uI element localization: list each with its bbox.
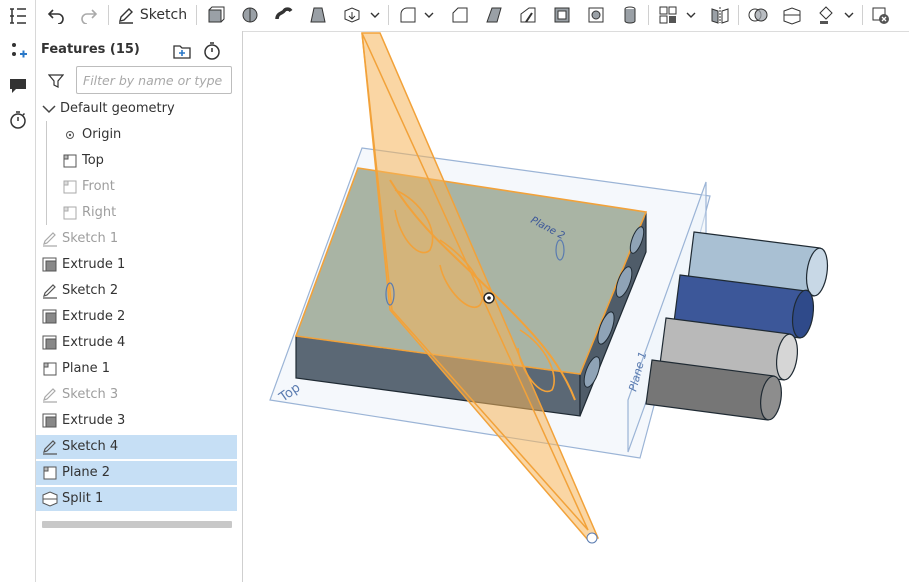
sketch-label: Sketch — [139, 7, 188, 23]
split-icon — [42, 491, 58, 507]
revolve-icon[interactable] — [238, 3, 262, 27]
tree-row-sketch-1[interactable]: Sketch 1 — [36, 227, 237, 251]
model-view[interactable]: Top Plane 1 Plane 2 — [243, 32, 909, 582]
cylinder-icon[interactable] — [618, 3, 642, 27]
mirror-icon[interactable] — [708, 3, 732, 27]
tree-row-extrude-3[interactable]: Extrude 3 — [36, 409, 237, 433]
chevron-down-icon[interactable] — [684, 3, 698, 27]
pencil-icon — [118, 8, 133, 24]
toolbar-divider — [862, 5, 863, 25]
add-folder-icon[interactable] — [172, 41, 192, 61]
tree-row-extrude-4[interactable]: Extrude 4 — [36, 331, 237, 355]
horizontal-scrollbar[interactable] — [42, 521, 232, 528]
pattern-icon[interactable] — [656, 3, 680, 27]
feature-panel: Features (15) Filter by name or type Def… — [36, 31, 243, 582]
toolbar-divider — [648, 5, 649, 25]
sweep-icon[interactable] — [272, 3, 296, 27]
plane-icon — [63, 206, 77, 220]
origin-icon — [66, 131, 74, 139]
redo-icon[interactable] — [77, 3, 101, 27]
thicken-icon[interactable] — [340, 3, 364, 27]
plane-icon — [43, 466, 57, 480]
extrude-icon — [42, 413, 57, 428]
chevron-down-icon — [42, 105, 56, 114]
tree-label: Sketch 2 — [62, 283, 119, 298]
comment-icon[interactable] — [6, 73, 30, 97]
toolbar-divider — [108, 5, 109, 25]
tree-label: Plane 2 — [62, 465, 111, 480]
delete-part-icon[interactable] — [868, 3, 892, 27]
tree-row-front[interactable]: Front — [36, 175, 237, 199]
filter-input[interactable]: Filter by name or type — [76, 66, 232, 94]
tree-label: Sketch 1 — [62, 231, 119, 246]
tree-label: Top — [82, 153, 104, 168]
tree-label: Origin — [82, 127, 122, 142]
extrude-icon — [42, 257, 57, 272]
sketch-button[interactable]: Sketch — [116, 3, 188, 27]
add-part-icon[interactable] — [6, 39, 30, 63]
chamfer-icon[interactable] — [448, 3, 472, 27]
sketch-icon — [43, 440, 57, 455]
tree-row-extrude-2[interactable]: Extrude 2 — [36, 305, 237, 329]
boolean-icon[interactable] — [746, 3, 770, 27]
tree-label: Split 1 — [62, 491, 104, 506]
tree-label: Default geometry — [60, 101, 175, 116]
toolbar-divider — [388, 5, 389, 25]
toolbar: Sketch — [36, 0, 909, 32]
shell-icon[interactable] — [550, 3, 574, 27]
rollback-timer-icon[interactable] — [202, 41, 222, 61]
tree-row-sketch-4[interactable]: Sketch 4 — [36, 435, 237, 459]
tree-label: Extrude 1 — [62, 257, 126, 272]
split-icon[interactable] — [780, 3, 804, 27]
tree-row-sketch-3[interactable]: Sketch 3 — [36, 383, 237, 407]
loft-icon[interactable] — [306, 3, 330, 27]
tree-row-origin[interactable]: Origin — [36, 123, 237, 147]
tree-label: Front — [82, 179, 115, 194]
toolbar-divider — [196, 5, 197, 25]
graphics-viewport[interactable]: Top Plane 1 Plane 2 — [243, 32, 909, 582]
sketch-icon — [43, 232, 57, 247]
rib-icon[interactable] — [516, 3, 540, 27]
tree-label: Extrude 4 — [62, 335, 126, 350]
chevron-down-icon[interactable] — [422, 3, 436, 27]
extrude-icon — [42, 335, 57, 350]
filter-icon[interactable] — [47, 73, 65, 89]
tree-row-extrude-1[interactable]: Extrude 1 — [36, 253, 237, 277]
plane-icon — [63, 154, 77, 168]
tree-row-split-1[interactable]: Split 1 — [36, 487, 237, 511]
extrude-icon — [42, 309, 57, 324]
plane-icon — [43, 362, 57, 376]
tree-row-top[interactable]: Top — [36, 149, 237, 173]
tree-label: Sketch 4 — [62, 439, 119, 454]
tree-row-plane-1[interactable]: Plane 1 — [36, 357, 237, 381]
toolbar-divider — [738, 5, 739, 25]
tree-row-sketch-2[interactable]: Sketch 2 — [36, 279, 237, 303]
fillet-icon[interactable] — [396, 3, 420, 27]
features-title: Features (15) — [41, 42, 140, 57]
tree-label: Extrude 2 — [62, 309, 126, 324]
tree-row-plane-2[interactable]: Plane 2 — [36, 461, 237, 485]
tree-label: Sketch 3 — [62, 387, 119, 402]
hole-icon[interactable] — [584, 3, 608, 27]
sketch-icon — [43, 284, 57, 299]
feature-list-icon[interactable] — [6, 4, 30, 28]
extrude-icon[interactable] — [204, 3, 228, 27]
chevron-down-icon[interactable] — [368, 3, 382, 27]
tree-label: Right — [82, 205, 117, 220]
vertex-marker — [586, 532, 598, 544]
transform-icon[interactable] — [814, 3, 838, 27]
plane-icon — [63, 180, 77, 194]
tree-label: Extrude 3 — [62, 413, 126, 428]
chevron-down-icon[interactable] — [842, 3, 856, 27]
history-icon[interactable] — [6, 108, 30, 132]
undo-icon[interactable] — [44, 3, 68, 27]
tree-row-right[interactable]: Right — [36, 201, 237, 225]
tree-label: Plane 1 — [62, 361, 111, 376]
draft-icon[interactable] — [482, 3, 506, 27]
tree-row-default-geometry[interactable]: Default geometry — [36, 97, 237, 121]
left-rail — [0, 0, 36, 582]
sketch-icon — [43, 388, 57, 403]
